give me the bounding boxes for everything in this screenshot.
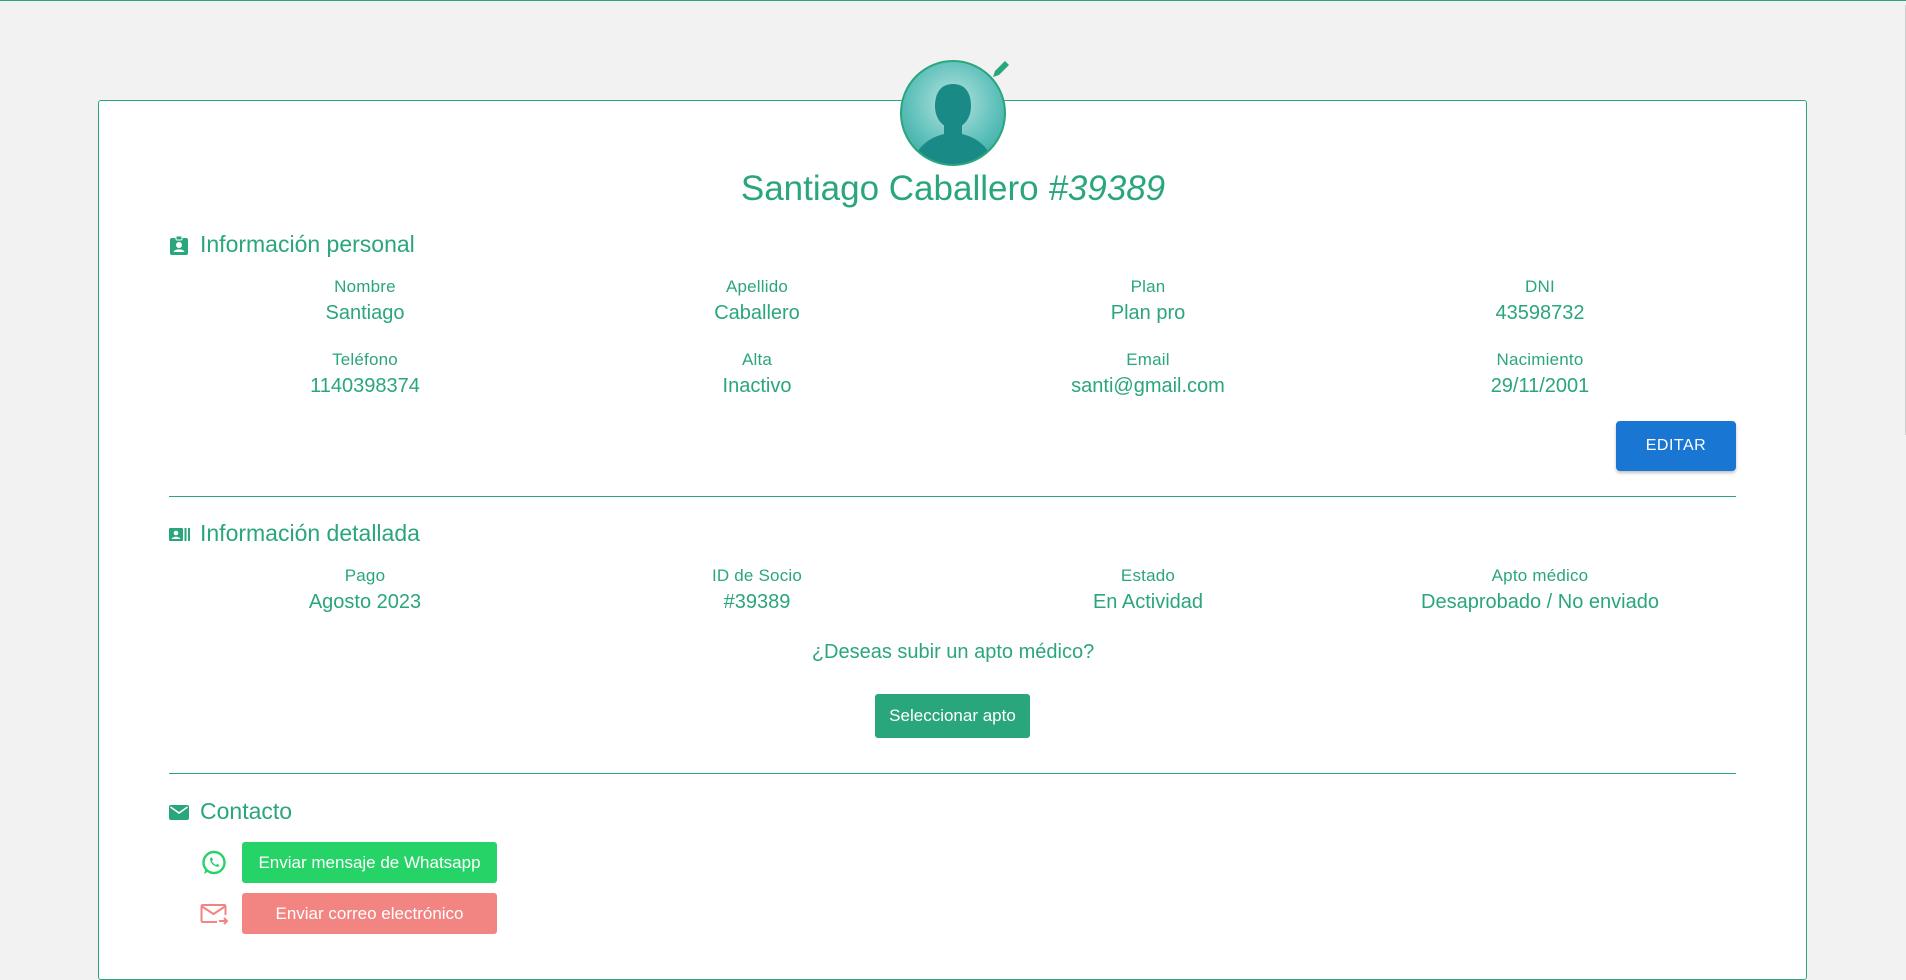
section-personal-heading: Información personal [169,231,415,258]
field-value: Plan pro [1110,302,1186,324]
field-label: Estado [1120,566,1176,585]
field-label: Email [1126,350,1170,369]
field-value: #39389 [723,591,791,613]
id-card-icon [169,524,190,544]
field-value: Caballero [714,302,800,324]
field-estado: Estado En Actividad [952,566,1344,614]
section-detailed-title: Información detallada [200,520,420,546]
field-nacimiento: Nacimiento 29/11/2001 [1344,350,1736,398]
divider [169,773,1736,774]
field-value: 1140398374 [310,375,420,397]
select-apto-button[interactable]: Seleccionar apto [875,694,1030,738]
email-button[interactable]: Enviar correo electrónico [242,893,497,934]
field-label: Alta [741,350,773,369]
mail-forward-icon [200,900,229,928]
field-label: Teléfono [332,350,398,369]
field-label: Apellido [725,277,789,296]
field-plan: Plan Plan pro [952,277,1344,325]
whatsapp-button[interactable]: Enviar mensaje de Whatsapp [242,842,497,883]
field-id-socio: ID de Socio #39389 [561,566,953,614]
field-apellido: Apellido Caballero [561,277,953,325]
field-apto-medico: Apto médico Desaprobado / No enviado [1344,566,1736,614]
field-label: Pago [344,566,386,585]
field-value: Santiago [325,302,405,324]
field-label: Nacimiento [1496,350,1584,369]
field-telefono: Teléfono 1140398374 [169,350,561,398]
edit-button[interactable]: EDITAR [1616,421,1736,471]
divider [169,496,1736,497]
field-email: Email santi@gmail.com [952,350,1344,398]
field-value: Inactivo [722,375,792,397]
field-nombre: Nombre Santiago [169,277,561,325]
email-row: Enviar correo electrónico [200,893,497,934]
field-value: santi@gmail.com [1071,375,1225,397]
avatar[interactable] [900,60,1009,166]
mail-icon [169,802,189,822]
field-label: ID de Socio [711,566,803,585]
section-personal-title: Información personal [200,231,415,257]
profile-name: Santiago Caballero [740,169,1039,208]
field-label: Nombre [334,277,396,296]
profile-id: #39389 [1048,169,1166,208]
field-pago: Pago Agosto 2023 [169,566,561,614]
field-label: DNI [1525,277,1555,296]
field-label: Apto médico [1491,566,1589,585]
field-value: 29/11/2001 [1490,375,1590,397]
section-contact-title: Contacto [200,798,293,824]
field-label: Plan [1130,277,1166,296]
field-dni: DNI 43598732 [1344,277,1736,325]
upload-question: ¿Deseas subir un apto médico? [811,641,1095,663]
badge-icon [169,235,189,255]
field-value: Agosto 2023 [308,591,422,613]
field-alta: Alta Inactivo [561,350,953,398]
section-contact-heading: Contacto [169,798,292,825]
field-value: 43598732 [1495,302,1585,324]
page-title: Santiago Caballero #39389 [0,169,1906,209]
field-value: En Actividad [1092,591,1204,613]
whatsapp-icon [200,849,228,877]
whatsapp-row: Enviar mensaje de Whatsapp [200,842,497,883]
pencil-icon[interactable] [990,58,1012,85]
section-detailed-heading: Información detallada [169,520,420,547]
field-value: Desaprobado / No enviado [1421,591,1659,613]
